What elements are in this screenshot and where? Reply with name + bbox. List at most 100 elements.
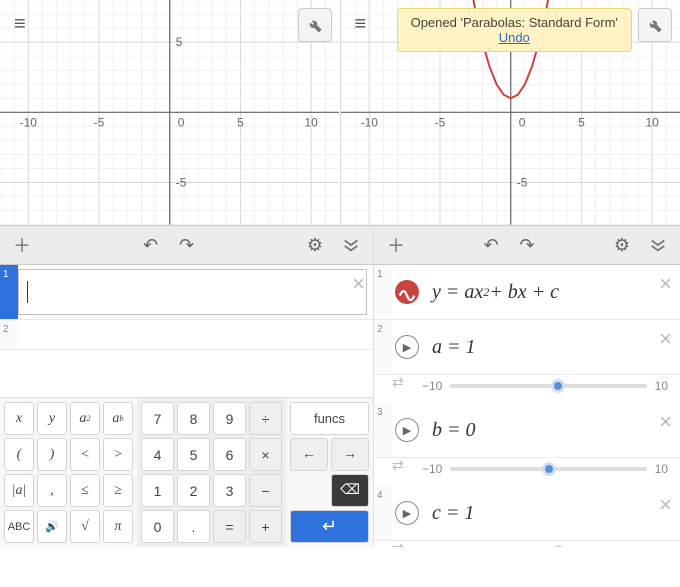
loop-icon[interactable]: ⇄ — [392, 457, 404, 474]
key-enter[interactable]: ↵ — [290, 510, 369, 543]
expression-row[interactable]: 1y = ax2 + bx + c× — [374, 265, 680, 320]
key-9[interactable]: 9 — [213, 402, 246, 435]
play-button[interactable]: ▶ — [395, 335, 419, 359]
key-3[interactable]: 3 — [213, 474, 246, 507]
menu-icon[interactable]: ≡ — [14, 14, 26, 34]
play-button[interactable]: ▶ — [395, 501, 419, 525]
redo-button[interactable]: ↷ — [513, 231, 541, 259]
slider-min: −10 — [422, 379, 442, 393]
expression-row[interactable]: 2 — [0, 320, 373, 350]
slider-track[interactable] — [450, 467, 646, 471]
loop-icon[interactable]: ⇄ — [392, 540, 404, 547]
key-<[interactable]: < — [70, 438, 100, 471]
key-y[interactable]: y — [37, 402, 67, 435]
key-right[interactable]: → — [331, 438, 369, 471]
slider-thumb[interactable] — [542, 462, 556, 476]
settings-wrench-button[interactable] — [638, 8, 672, 42]
slider-thumb[interactable] — [551, 545, 565, 547]
close-icon[interactable]: × — [659, 409, 672, 435]
slider-thumb[interactable] — [551, 379, 565, 393]
svg-text:5: 5 — [237, 115, 244, 129]
desmos-icon — [395, 280, 419, 304]
key-≤[interactable]: ≤ — [70, 474, 100, 507]
key-÷[interactable]: ÷ — [249, 402, 282, 435]
collapse-icon[interactable] — [644, 231, 672, 259]
expression-toolbar: ＋ ↶ ↷ ⚙ — [374, 225, 680, 265]
gear-icon[interactable]: ⚙ — [301, 231, 329, 259]
key-−[interactable]: − — [249, 474, 282, 507]
expression-index: 2 — [0, 320, 18, 349]
svg-text:-10: -10 — [20, 115, 38, 129]
expression-row[interactable]: 4▶c = 1× — [374, 486, 680, 541]
menu-icon[interactable]: ≡ — [355, 14, 367, 34]
key-=[interactable]: = — [213, 510, 246, 543]
slider-track[interactable] — [450, 384, 646, 388]
key-√[interactable]: √ — [70, 510, 100, 543]
loop-icon[interactable]: ⇄ — [392, 374, 404, 391]
undo-button[interactable]: ↶ — [137, 231, 165, 259]
expression-formula[interactable]: a = 1 — [422, 320, 680, 374]
slider-max: 10 — [655, 379, 668, 393]
key-7[interactable]: 7 — [141, 402, 174, 435]
key-)[interactable]: ) — [37, 438, 67, 471]
expression-input[interactable] — [18, 269, 367, 315]
key-6[interactable]: 6 — [213, 438, 246, 471]
key-([interactable]: ( — [4, 438, 34, 471]
key-funcs[interactable]: funcs — [290, 402, 369, 435]
expression-formula[interactable]: b = 0 — [422, 403, 680, 457]
slider[interactable]: −1010 — [374, 458, 680, 486]
key-🔊[interactable]: 🔊 — [37, 510, 67, 543]
expression-index: 1 — [0, 265, 18, 319]
key-x[interactable]: x — [4, 402, 34, 435]
key->[interactable]: > — [103, 438, 133, 471]
key-×[interactable]: × — [249, 438, 282, 471]
svg-text:5: 5 — [176, 35, 183, 49]
wrench-icon — [307, 17, 323, 33]
key-≥[interactable]: ≥ — [103, 474, 133, 507]
expression-row[interactable]: 3▶b = 0× — [374, 403, 680, 458]
gear-icon[interactable]: ⚙ — [608, 231, 636, 259]
graph-pane-right[interactable]: -10-505105-5 ≡ Opened 'Parabolas: Standa… — [341, 0, 680, 225]
expression-toolbar: ＋ ↶ ↷ ⚙ — [0, 225, 373, 265]
key-.[interactable]: . — [177, 510, 210, 543]
undo-button[interactable]: ↶ — [477, 231, 505, 259]
key-aᵇ[interactable]: ab — [103, 402, 133, 435]
close-icon[interactable]: × — [659, 326, 672, 352]
key-1[interactable]: 1 — [141, 474, 174, 507]
redo-button[interactable]: ↷ — [173, 231, 201, 259]
play-button[interactable]: ▶ — [395, 418, 419, 442]
key-a²[interactable]: a2 — [70, 402, 100, 435]
key-2[interactable]: 2 — [177, 474, 210, 507]
graph-grid: -10-505105-5 — [0, 0, 339, 225]
toast-text: Opened 'Parabolas: Standard Form' — [411, 15, 618, 30]
slider[interactable]: −10 10 — [374, 375, 680, 403]
key-left[interactable]: ← — [290, 438, 328, 471]
add-expression-button[interactable]: ＋ — [382, 231, 410, 259]
key-+[interactable]: + — [249, 510, 282, 543]
close-icon[interactable]: × — [352, 271, 365, 297]
keypad: xya2ab()<>|a|,≤≥ABC🔊√π 789÷456×123−0.=+ … — [0, 397, 373, 547]
key-ABC[interactable]: ABC — [4, 510, 34, 543]
key-0[interactable]: 0 — [141, 510, 174, 543]
svg-text:10: 10 — [305, 115, 319, 129]
expression-row[interactable]: 1 × — [0, 265, 373, 320]
key-5[interactable]: 5 — [177, 438, 210, 471]
close-icon[interactable]: × — [659, 271, 672, 297]
settings-wrench-button[interactable] — [298, 8, 332, 42]
key-,[interactable]: , — [37, 474, 67, 507]
graph-pane-left[interactable]: -10-505105-5 ≡ — [0, 0, 341, 225]
slider[interactable]: −1010 — [374, 541, 680, 547]
key-8[interactable]: 8 — [177, 402, 210, 435]
expression-formula[interactable]: c = 1 — [422, 486, 680, 540]
collapse-icon[interactable] — [337, 231, 365, 259]
key-|a|[interactable]: |a| — [4, 474, 34, 507]
add-expression-button[interactable]: ＋ — [8, 231, 36, 259]
expression-row[interactable]: 2▶a = 1× — [374, 320, 680, 375]
close-icon[interactable]: × — [659, 492, 672, 518]
key-π[interactable]: π — [103, 510, 133, 543]
key-4[interactable]: 4 — [141, 438, 174, 471]
undo-link[interactable]: Undo — [499, 30, 530, 45]
slider-max: 10 — [655, 545, 668, 547]
expression-formula[interactable]: y = ax2 + bx + c — [422, 265, 680, 319]
key-backspace[interactable]: ⌫ — [331, 474, 369, 507]
